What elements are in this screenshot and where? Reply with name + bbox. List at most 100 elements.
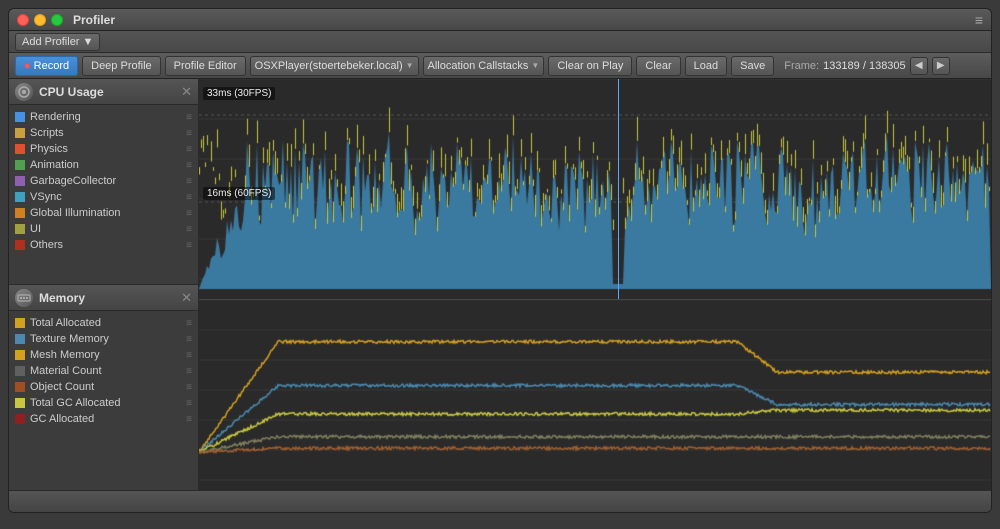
menu-icon[interactable]: ≡ <box>975 12 983 28</box>
legend-item-label: Total Allocated <box>30 317 101 329</box>
add-profiler-button[interactable]: Add Profiler ▼ <box>15 33 100 51</box>
cpu-legend-item[interactable]: Others ≡ <box>15 237 192 253</box>
prev-frame-button[interactable]: ◀ <box>910 57 928 75</box>
legend-color-swatch <box>15 240 25 250</box>
record-label: Record <box>34 60 69 72</box>
legend-color-swatch <box>15 192 25 202</box>
legend-color-swatch <box>15 350 25 360</box>
legend-item-label: Mesh Memory <box>30 349 100 361</box>
legend-color-swatch <box>15 176 25 186</box>
toolbar: ● Record Deep Profile Profile Editor OSX… <box>9 53 991 79</box>
load-button[interactable]: Load <box>685 56 727 76</box>
frame-value: 133189 / 138305 <box>823 60 906 72</box>
allocation-arrow: ▼ <box>531 61 539 70</box>
legend-item-label: Total GC Allocated <box>30 397 121 409</box>
cpu-legend: Rendering ≡ Scripts ≡ Physics ≡ Animatio… <box>9 105 198 284</box>
legend-item-label: Physics <box>30 143 68 155</box>
legend-item-label: GC Allocated <box>30 413 94 425</box>
prev-icon: ◀ <box>915 60 923 71</box>
memory-chart <box>199 300 991 490</box>
cpu-legend-item[interactable]: GarbageCollector ≡ <box>15 173 192 189</box>
cpu-legend-item[interactable]: Rendering ≡ <box>15 109 192 125</box>
record-icon: ● <box>24 60 31 72</box>
drag-handle-icon: ≡ <box>186 160 192 171</box>
drag-handle-icon: ≡ <box>186 224 192 235</box>
legend-item-label: Others <box>30 239 63 251</box>
close-button[interactable] <box>17 14 29 26</box>
main-content: CPU Usage ✕ Rendering ≡ Scripts ≡ Physic… <box>9 79 991 490</box>
cpu-panel-title: CPU Usage <box>39 85 104 99</box>
target-arrow: ▼ <box>406 61 414 70</box>
title-bar: Profiler ≡ <box>9 9 991 31</box>
add-profiler-bar: Add Profiler ▼ <box>9 31 991 53</box>
memory-icon <box>15 289 33 307</box>
drag-handle-icon: ≡ <box>186 334 192 345</box>
legend-color-swatch <box>15 366 25 376</box>
drag-handle-icon: ≡ <box>186 176 192 187</box>
drag-handle-icon: ≡ <box>186 144 192 155</box>
drag-handle-icon: ≡ <box>186 128 192 139</box>
clear-on-play-button[interactable]: Clear on Play <box>548 56 632 76</box>
save-label: Save <box>740 60 765 72</box>
clear-on-play-label: Clear on Play <box>557 60 623 72</box>
legend-color-swatch <box>15 224 25 234</box>
clear-label: Clear <box>645 60 671 72</box>
drag-handle-icon: ≡ <box>186 112 192 123</box>
drag-handle-icon: ≡ <box>186 366 192 377</box>
next-frame-button[interactable]: ▶ <box>932 57 950 75</box>
legend-item-label: Texture Memory <box>30 333 109 345</box>
profile-editor-button[interactable]: Profile Editor <box>165 56 246 76</box>
legend-color-swatch <box>15 112 25 122</box>
profiler-window: Profiler ≡ Add Profiler ▼ ● Record Deep … <box>8 8 992 513</box>
deep-profile-label: Deep Profile <box>91 60 152 72</box>
allocation-dropdown[interactable]: Allocation Callstacks ▼ <box>423 56 545 76</box>
deep-profile-button[interactable]: Deep Profile <box>82 56 161 76</box>
drag-handle-icon: ≡ <box>186 208 192 219</box>
sidebar: CPU Usage ✕ Rendering ≡ Scripts ≡ Physic… <box>9 79 199 490</box>
memory-panel-title: Memory <box>39 291 85 305</box>
cpu-legend-item[interactable]: Physics ≡ <box>15 141 192 157</box>
cpu-panel-close[interactable]: ✕ <box>181 84 192 100</box>
cpu-legend-item[interactable]: Animation ≡ <box>15 157 192 173</box>
memory-chart-container[interactable] <box>199 300 991 490</box>
legend-item-label: Global Illumination <box>30 207 121 219</box>
add-profiler-arrow: ▼ <box>82 36 93 48</box>
cpu-legend-item[interactable]: UI ≡ <box>15 221 192 237</box>
memory-legend-item[interactable]: Mesh Memory ≡ <box>15 347 192 363</box>
cpu-legend-item[interactable]: VSync ≡ <box>15 189 192 205</box>
legend-color-swatch <box>15 382 25 392</box>
maximize-button[interactable] <box>51 14 63 26</box>
memory-legend-item[interactable]: GC Allocated ≡ <box>15 411 192 427</box>
target-label: OSXPlayer(stoertebeker.local) <box>255 60 403 72</box>
legend-item-label: Object Count <box>30 381 94 393</box>
memory-legend-item[interactable]: Texture Memory ≡ <box>15 331 192 347</box>
memory-legend-item[interactable]: Total Allocated ≡ <box>15 315 192 331</box>
target-dropdown[interactable]: OSXPlayer(stoertebeker.local) ▼ <box>250 56 419 76</box>
memory-legend-item[interactable]: Total GC Allocated ≡ <box>15 395 192 411</box>
memory-legend-item[interactable]: Object Count ≡ <box>15 379 192 395</box>
cpu-legend-item[interactable]: Scripts ≡ <box>15 125 192 141</box>
next-icon: ▶ <box>937 60 945 71</box>
cpu-chart-container[interactable]: 33ms (30FPS) 16ms (60FPS) <box>199 79 991 299</box>
minimize-button[interactable] <box>34 14 46 26</box>
record-button[interactable]: ● Record <box>15 56 78 76</box>
frame-label: Frame: <box>784 60 819 72</box>
cpu-legend-item[interactable]: Global Illumination ≡ <box>15 205 192 221</box>
legend-color-swatch <box>15 414 25 424</box>
legend-color-swatch <box>15 208 25 218</box>
memory-legend-item[interactable]: Material Count ≡ <box>15 363 192 379</box>
legend-item-label: Material Count <box>30 365 102 377</box>
legend-color-swatch <box>15 160 25 170</box>
clear-button[interactable]: Clear <box>636 56 680 76</box>
legend-color-swatch <box>15 318 25 328</box>
drag-handle-icon: ≡ <box>186 382 192 393</box>
drag-handle-icon: ≡ <box>186 318 192 329</box>
legend-color-swatch <box>15 398 25 408</box>
memory-panel-close[interactable]: ✕ <box>181 290 192 306</box>
save-button[interactable]: Save <box>731 56 774 76</box>
legend-item-label: UI <box>30 223 41 235</box>
memory-legend: Total Allocated ≡ Texture Memory ≡ Mesh … <box>9 311 198 490</box>
legend-item-label: VSync <box>30 191 62 203</box>
legend-item-label: GarbageCollector <box>30 175 116 187</box>
load-label: Load <box>694 60 718 72</box>
